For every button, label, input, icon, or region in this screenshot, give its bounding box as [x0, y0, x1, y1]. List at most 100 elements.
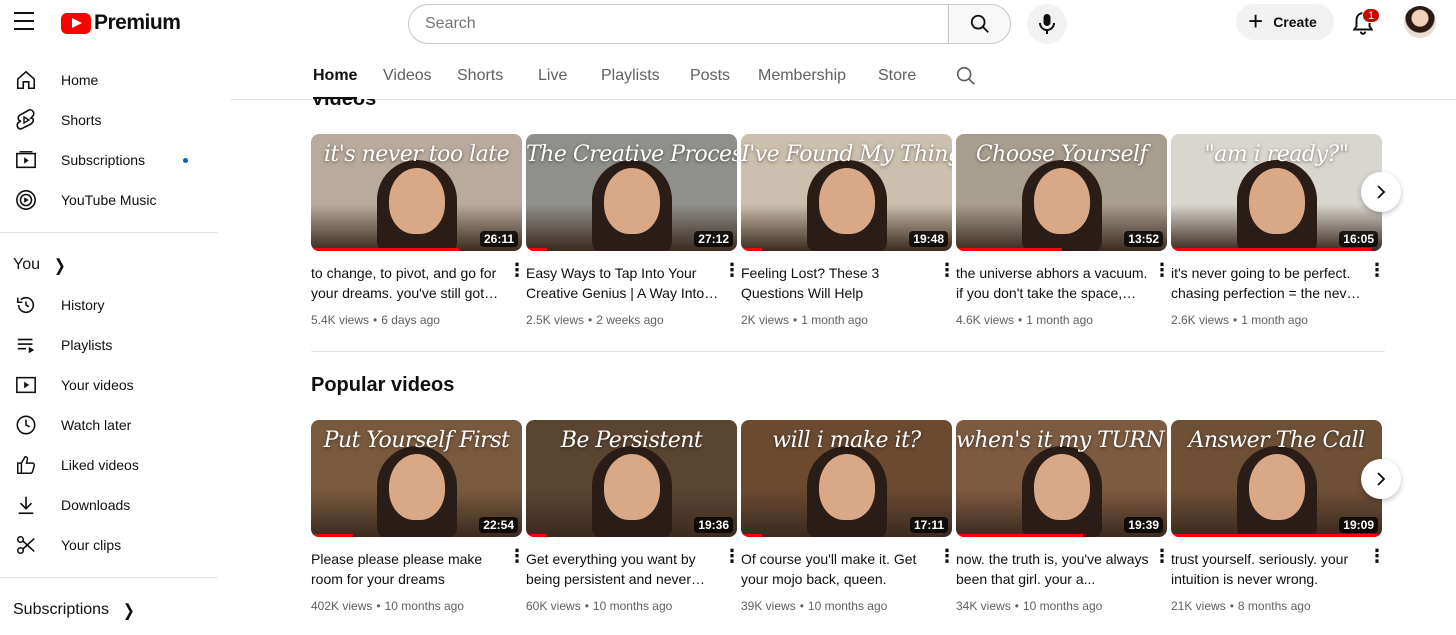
video-meta: 60K views • 10 months ago — [526, 599, 737, 613]
view-count: 60K views — [526, 599, 581, 613]
video-title[interactable]: now. the truth is, you've always been th… — [956, 549, 1167, 589]
upload-age: 8 months ago — [1237, 599, 1311, 613]
video-card[interactable]: will i make it? 17:11 Of course you'll mak… — [741, 420, 956, 613]
search-input[interactable] — [408, 4, 948, 44]
tab-videos[interactable]: Videos — [383, 67, 432, 85]
video-thumbnail[interactable]: "am i ready?" 16:05 — [1171, 134, 1382, 251]
sidebar-item-downloads[interactable]: Downloads — [0, 485, 232, 525]
logo-text: Premium — [94, 11, 181, 34]
you-heading-label: You — [13, 256, 40, 273]
meta-separator: • — [1018, 313, 1023, 327]
video-title[interactable]: Get everything you want by being persist… — [526, 549, 737, 589]
video-thumbnail[interactable]: I've Found My Thing 19:48 — [741, 134, 952, 251]
video-card[interactable]: The Creative Process 27:12 Easy Ways to Ta… — [526, 134, 741, 327]
sidebar-item-subscriptions[interactable]: Subscriptions — [0, 140, 232, 180]
sidebar-item-your-clips[interactable]: Your clips — [0, 525, 232, 565]
upload-age: 2 weeks ago — [596, 313, 664, 327]
more-options-icon[interactable]: ⋮ — [1368, 547, 1386, 565]
video-title[interactable]: Feeling Lost? These 3 Questions Will Hel… — [741, 263, 952, 303]
more-options-icon[interactable]: ⋮ — [1153, 547, 1171, 565]
voice-search-button[interactable] — [1027, 4, 1067, 44]
sidebar-you-heading[interactable]: You ❯ — [0, 245, 232, 285]
sidebar-item-youtube-music[interactable]: YouTube Music — [0, 180, 232, 220]
shelf-next-button[interactable] — [1361, 459, 1401, 499]
more-options-icon[interactable]: ⋮ — [723, 261, 741, 279]
your-videos-icon — [14, 373, 38, 397]
search-button[interactable] — [948, 4, 1011, 44]
shelf-next-button[interactable] — [1361, 172, 1401, 212]
video-card[interactable]: "am i ready?" 16:05 it's never going to be… — [1171, 134, 1386, 327]
more-options-icon[interactable]: ⋮ — [938, 261, 956, 279]
account-avatar[interactable] — [1404, 6, 1436, 38]
video-thumbnail[interactable]: Answer The Call 19:09 — [1171, 420, 1382, 537]
meta-separator: • — [799, 599, 804, 613]
sidebar-item-home[interactable]: Home — [0, 60, 232, 100]
video-title[interactable]: Easy Ways to Tap Into Your Creative Geni… — [526, 263, 737, 303]
tab-posts[interactable]: Posts — [690, 67, 730, 85]
meta-separator: • — [1229, 599, 1234, 613]
sidebar-item-label: History — [61, 297, 105, 313]
video-thumbnail[interactable]: will i make it? 17:11 — [741, 420, 952, 537]
tab-live[interactable]: Live — [538, 67, 567, 85]
more-options-icon[interactable]: ⋮ — [938, 547, 956, 565]
view-count: 21K views — [1171, 599, 1226, 613]
section-title-popular-videos: Popular videos — [311, 374, 455, 396]
watch-later-icon — [14, 413, 38, 437]
sidebar-subscriptions-heading[interactable]: Subscriptions ❯ — [0, 590, 232, 630]
video-title[interactable]: Of course you'll make it. Get your mojo … — [741, 549, 952, 589]
tab-shorts[interactable]: Shorts — [457, 67, 503, 85]
tab-home[interactable]: Home — [313, 67, 357, 85]
thumbnail-title-text: The Creative Process — [526, 142, 737, 167]
upload-age: 1 month ago — [801, 313, 868, 327]
subscriptions-heading-label: Subscriptions — [13, 601, 110, 618]
sidebar-item-your-videos[interactable]: Your videos — [0, 365, 232, 405]
video-card[interactable]: Put Yourself First 22:54 Please please ple… — [311, 420, 526, 613]
sidebar-item-liked-videos[interactable]: Liked videos — [0, 445, 232, 485]
sidebar: Home Shorts Subscriptions YouTube Music … — [0, 60, 232, 630]
video-thumbnail[interactable]: when's it my TURN? 19:39 — [956, 420, 1167, 537]
menu-icon[interactable] — [14, 12, 36, 32]
video-card[interactable]: I've Found My Thing 19:48 Feeling Lost? Th… — [741, 134, 956, 327]
video-card[interactable]: Choose Yourself 13:52 the universe abhors … — [956, 134, 1171, 327]
video-title[interactable]: the universe abhors a vacuum. if you don… — [956, 263, 1167, 303]
upload-age: 1 month ago — [1241, 313, 1308, 327]
video-title[interactable]: it's never going to be perfect. chasing … — [1171, 263, 1382, 303]
youtube-premium-logo[interactable]: Premium — [61, 11, 181, 35]
sidebar-item-playlists[interactable]: Playlists — [0, 325, 232, 365]
upload-age: 10 months ago — [592, 599, 673, 613]
more-options-icon[interactable]: ⋮ — [508, 547, 526, 565]
notification-count-badge: 1 — [1362, 8, 1380, 23]
more-options-icon[interactable]: ⋮ — [1368, 261, 1386, 279]
clips-icon — [14, 533, 38, 557]
view-count: 2.6K views — [1171, 313, 1230, 327]
video-thumbnail[interactable]: Be Persistent 19:36 — [526, 420, 737, 537]
video-meta: 34K views • 10 months ago — [956, 599, 1167, 613]
upload-age: 10 months ago — [384, 599, 464, 613]
video-card[interactable]: Answer The Call 19:09 trust yourself. seri… — [1171, 420, 1386, 613]
video-meta: 4.6K views • 1 month ago — [956, 313, 1167, 327]
video-title[interactable]: to change, to pivot, and go for your dre… — [311, 263, 522, 303]
video-card[interactable]: it's never too late 26:11 to change, to pi… — [311, 134, 526, 327]
video-card[interactable]: Be Persistent 19:36 Get everything you wan… — [526, 420, 741, 613]
sidebar-item-history[interactable]: History — [0, 285, 232, 325]
more-options-icon[interactable]: ⋮ — [508, 261, 526, 279]
sidebar-item-label: Liked videos — [61, 457, 139, 473]
more-options-icon[interactable]: ⋮ — [723, 547, 741, 565]
video-thumbnail[interactable]: Put Yourself First 22:54 — [311, 420, 522, 537]
video-title[interactable]: Please please please make room for your … — [311, 549, 522, 589]
sidebar-item-watch-later[interactable]: Watch later — [0, 405, 232, 445]
sidebar-item-shorts[interactable]: Shorts — [0, 100, 232, 140]
video-thumbnail[interactable]: it's never too late 26:11 — [311, 134, 522, 251]
create-button[interactable]: + Create — [1236, 4, 1334, 40]
video-thumbnail[interactable]: Choose Yourself 13:52 — [956, 134, 1167, 251]
channel-search-icon[interactable] — [955, 65, 977, 87]
video-card[interactable]: when's it my TURN? 19:39 now. the truth is… — [956, 420, 1171, 613]
thumbnail-title-text: it's never too late — [323, 142, 510, 167]
video-thumbnail[interactable]: The Creative Process 27:12 — [526, 134, 737, 251]
video-title[interactable]: trust yourself. seriously. your intuitio… — [1171, 549, 1382, 589]
view-count: 2K views — [741, 313, 790, 327]
more-options-icon[interactable]: ⋮ — [1153, 261, 1171, 279]
tab-playlists[interactable]: Playlists — [601, 67, 660, 85]
tab-membership[interactable]: Membership — [758, 67, 846, 85]
tab-store[interactable]: Store — [878, 67, 916, 85]
